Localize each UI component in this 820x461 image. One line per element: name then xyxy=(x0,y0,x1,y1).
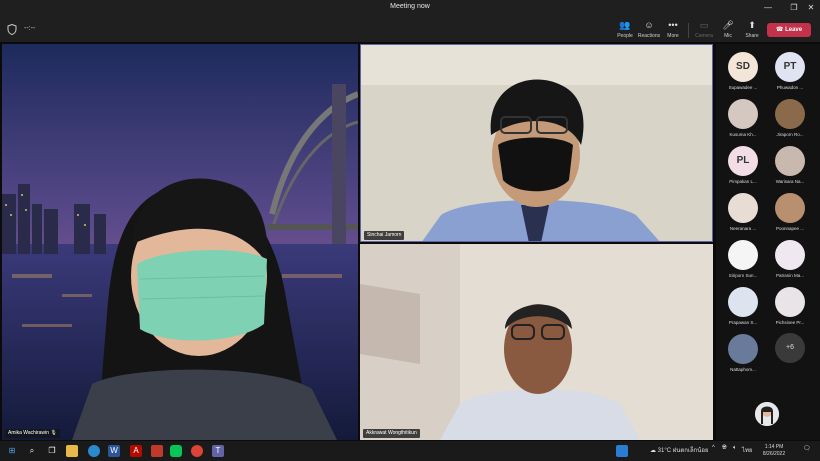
avatar xyxy=(775,193,805,223)
roster-participant[interactable]: Poonnapee ... xyxy=(766,189,814,236)
chrome-icon[interactable] xyxy=(191,445,203,457)
task-view-icon[interactable]: ❐ xyxy=(46,445,58,457)
window-title: Meeting now xyxy=(390,3,430,10)
mic-icon: 🎙 xyxy=(50,430,57,436)
participant-name: Warisara Na... xyxy=(775,179,805,184)
participant-name: Pimpakan L... xyxy=(729,179,757,184)
shield-icon xyxy=(7,24,17,35)
participant-name: Kusuma Kh... xyxy=(729,132,757,137)
leave-button[interactable]: ☎ Leave xyxy=(767,23,811,37)
participant-name: Jiraporn Ro... xyxy=(776,132,804,137)
avatar xyxy=(728,287,758,317)
weather-text: 31°C ฝนตกเล็กน้อย xyxy=(657,448,709,454)
app-tray-icon[interactable] xyxy=(616,445,628,457)
pdf-icon[interactable] xyxy=(151,445,163,457)
roster-participant[interactable]: Prapawan S... xyxy=(719,283,767,330)
avatar xyxy=(728,334,758,364)
title-bar: Meeting now — ❐ ✕ xyxy=(0,0,820,16)
avatar xyxy=(775,240,805,270)
roster-participant[interactable]: Nattaphom... xyxy=(719,330,767,377)
minimize-button[interactable]: — xyxy=(760,2,776,14)
video-tile-amika[interactable]: Amika Wachirawin 🎙 xyxy=(2,44,358,440)
meeting-toolbar: --:-- 👥 People ☺ Reactions ••• More ▭ Ca… xyxy=(0,16,820,42)
weather-status[interactable]: ☁ 31°C ฝนตกเล็กน้อย xyxy=(650,445,708,455)
video-tile-akkrawat[interactable]: Akkrawat Wongthitikun xyxy=(360,244,713,440)
share-icon: ⬆ xyxy=(748,20,756,30)
roster-participant[interactable]: Kusuma Kh... xyxy=(719,95,767,142)
video-tile-sinchai[interactable]: Sinchai Jamorn xyxy=(360,44,713,242)
weather-icon: ☁ xyxy=(650,448,656,454)
roster-participant[interactable]: SD Supawadee ... xyxy=(719,48,767,95)
system-clock[interactable]: 1:14 PM 8/26/2022 xyxy=(755,444,793,458)
meeting-timer: --:-- xyxy=(24,25,36,32)
participant-name: Prapawan S... xyxy=(728,320,758,325)
toolbar-divider xyxy=(688,23,689,38)
tray-chevron-icon[interactable]: ^ xyxy=(712,445,715,451)
more-label: More xyxy=(667,33,679,39)
restore-button[interactable]: ❐ xyxy=(786,2,802,14)
edge-icon[interactable] xyxy=(88,445,100,457)
roster-participant[interactable]: Warisara Na... xyxy=(766,142,814,189)
participant-name: Pichsinee Pr... xyxy=(775,320,805,325)
more-participants-button[interactable]: +6 xyxy=(775,333,805,363)
roster-participant[interactable]: Pichsinee Pr... xyxy=(766,283,814,330)
more-icon: ••• xyxy=(668,20,678,30)
avatar: SD xyxy=(728,52,758,82)
participant-name: Phuwadon ... xyxy=(776,85,804,90)
participant-name: Amika Wachirawin 🎙 xyxy=(5,429,60,438)
clock-time: 1:14 PM xyxy=(764,444,784,450)
word-icon[interactable]: W xyxy=(108,445,120,457)
roster-participant[interactable]: Siriporn Sun... xyxy=(719,236,767,283)
avatar xyxy=(775,146,805,176)
participant-name: Neeranara ... xyxy=(729,226,757,231)
more-button[interactable]: ••• More xyxy=(659,19,687,41)
roster-participant[interactable]: Neeranara ... xyxy=(719,189,767,236)
video-feed xyxy=(2,44,358,440)
avatar: PL xyxy=(728,146,758,176)
windows-taskbar: ⊞ ⌕ ❐ W A T ☁ 31°C ฝนตกเล็กน้อย ^ 🌐︎ 🔈︎ … xyxy=(0,441,820,461)
video-feed xyxy=(361,45,712,241)
participant-name: Akkrawat Wongthitikun xyxy=(363,429,420,438)
video-feed xyxy=(360,244,713,440)
share-label: Share xyxy=(745,33,759,39)
file-explorer-icon[interactable] xyxy=(66,445,78,457)
avatar xyxy=(728,240,758,270)
acrobat-icon[interactable]: A xyxy=(130,445,142,457)
share-button[interactable]: ⬆ Share xyxy=(738,19,766,41)
avatar: PT xyxy=(775,52,805,82)
volume-icon[interactable]: 🔈︎ xyxy=(733,445,737,452)
roster-participant[interactable]: Patranin Ma... xyxy=(766,236,814,283)
participant-name: Poonnapee ... xyxy=(775,226,805,231)
participant-name: Supawadee ... xyxy=(728,85,758,90)
roster-participant[interactable]: PL Pimpakan L... xyxy=(719,142,767,189)
participant-name: Patranin Ma... xyxy=(775,273,804,278)
teams-icon[interactable]: T xyxy=(212,445,224,457)
avatar xyxy=(775,99,805,129)
participant-name: Sinchai Jamorn xyxy=(364,231,405,240)
line-icon[interactable] xyxy=(170,445,182,457)
participant-name: Siriporn Sun... xyxy=(728,273,758,278)
avatar xyxy=(728,99,758,129)
language-indicator[interactable]: ไทย xyxy=(742,445,753,455)
network-icon[interactable]: 🌐︎ xyxy=(722,445,727,452)
windows-start-icon[interactable]: ⊞ xyxy=(6,445,18,457)
avatar xyxy=(728,193,758,223)
notification-icon[interactable]: 🗨︎ xyxy=(803,445,811,452)
roster-participant[interactable]: Jiraporn Ro... xyxy=(766,95,814,142)
roster-participant[interactable]: PT Phuwadon ... xyxy=(766,48,814,95)
participant-name: Nattaphom... xyxy=(730,367,756,372)
phone-hangup-icon: ☎ xyxy=(775,27,784,33)
self-avatar[interactable] xyxy=(755,402,779,426)
search-icon[interactable]: ⌕ xyxy=(26,445,38,457)
close-button[interactable]: ✕ xyxy=(803,2,819,14)
avatar xyxy=(775,287,805,317)
clock-date: 8/26/2022 xyxy=(762,451,786,457)
self-video-preview xyxy=(755,402,779,426)
leave-label: Leave xyxy=(785,27,803,33)
